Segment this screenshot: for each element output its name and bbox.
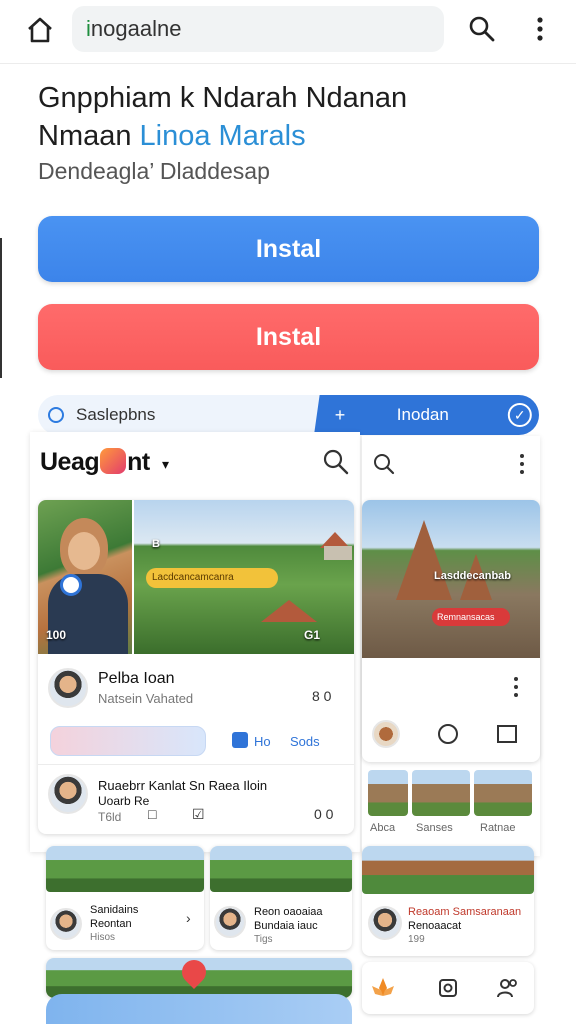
brand-logo-icon [100,448,127,474]
temple-shape [396,520,452,600]
house-roof [261,600,317,622]
avatar[interactable] [48,774,88,814]
place-photo [210,846,352,892]
feed-card[interactable]: 100 B Lacdcancamcanra G1 Pelba Ioan Nats… [38,500,354,834]
chevron-right-icon[interactable]: › [186,910,191,926]
place-subtitle: Reontan [90,918,132,930]
title-plain: Nmaan [38,120,140,152]
segment-right[interactable]: + Inodan ✓ [314,395,539,435]
place-title: Sanidains [90,904,139,916]
house-wall [324,546,352,560]
install-button-secondary[interactable]: Instal [38,304,539,370]
place-meta: 199 [408,934,425,945]
place-card[interactable]: Sanidains Reontan Hisos › [46,846,204,950]
photo-village: B Lacdcancamcanra G1 [134,500,354,654]
address-bar[interactable]: inogaalne [72,6,444,52]
chevron-down-icon[interactable]: ▾ [162,456,169,473]
app-brand[interactable]: Ueag nt [40,448,150,477]
photo-banner: Lacdcancamcanra [146,568,278,588]
avatar[interactable] [48,668,88,708]
corner-count: 100 [46,628,67,642]
photo-tag: B [152,538,160,550]
segment-right-label: Inodan [396,405,449,424]
mini-label: Abca [370,822,396,834]
camera-icon[interactable] [438,976,458,1000]
place-meta: Tigs [254,934,273,945]
bookmark-icon [232,732,248,748]
reaction-count[interactable]: 8 0 [312,688,331,704]
page-title-line2: Nmaan Linoa Marals [38,120,306,153]
page-subtitle: Dendeagla’ Dladdesap [38,158,270,184]
url-text: nogaalne [90,16,182,41]
photo-caption: Lasddecanbab [434,570,512,582]
photo-temple: Lasddecanbab Remnansacas [362,500,540,658]
mini-photo[interactable] [474,770,532,816]
place-title: Reaoam Samsaranaan [408,906,522,918]
story-ring-icon [60,574,82,596]
check-circle-icon: ✓ [507,403,532,427]
segment-left[interactable]: Saslepbns [38,395,318,435]
post-title[interactable]: Ruaebrr Kanlat Sn Raea Iloin [98,778,267,793]
author-name[interactable]: Pelba Ioan [98,670,175,688]
lotus-icon[interactable] [370,976,396,1000]
home-icon[interactable] [24,14,56,46]
bottom-action-bar[interactable] [46,994,352,1024]
edge-divider [0,238,2,378]
place-title: Reon oaoaiaa [254,906,323,918]
title-link[interactable]: Linoa Marals [140,120,306,152]
corner-count: G1 [304,628,321,642]
place-photo [362,846,534,894]
avatar [372,720,400,748]
avatar [368,906,402,940]
search-icon[interactable] [322,448,350,476]
divider [38,764,354,765]
more-vert-icon[interactable] [518,452,526,476]
post-stat: T6ld [98,810,122,824]
app-screen: inogaalne Gnpphiam k Ndarah Ndanan Nmaan… [0,0,576,1024]
face-shape [68,532,100,570]
temple-card[interactable]: Lasddecanbab Remnansacas [362,500,540,762]
bottom-nav [362,962,534,1014]
comment-input[interactable] [50,726,206,756]
place-meta: Hisos [90,932,116,943]
place-card[interactable]: Reaoam Samsaranaan Renoaacat 199 [362,846,534,956]
more-vert-icon[interactable] [530,14,550,44]
place-card[interactable]: Reon oaoaiaa Bundaia iauc Tigs [210,846,352,950]
mini-label: Sanses [416,822,453,834]
chip-label[interactable]: Sods [290,734,320,749]
photo-woman: 100 [38,500,132,654]
install-button-primary[interactable]: Instal [38,216,539,282]
browser-toolbar: inogaalne [0,0,576,64]
search-icon[interactable] [372,452,396,476]
mini-photo[interactable] [368,770,408,816]
brand-prefix: Ueag [40,448,100,476]
avatar [50,908,82,940]
people-icon[interactable] [496,976,520,1000]
mini-label: Ratnae [480,822,516,834]
place-photo [46,846,204,892]
check-box-icon[interactable]: ☑ [192,806,205,823]
post-subtitle: Uoarb Re [98,794,150,808]
comment-icon[interactable] [436,722,460,746]
comment-icon[interactable]: □ [148,806,156,822]
page-title: Gnpphiam k Ndarah Ndanan [38,82,408,114]
author-meta: Natsein Vahated [98,691,194,706]
avatar [214,906,246,938]
share-icon[interactable] [496,724,518,744]
reaction-count[interactable]: 0 0 [314,806,333,822]
chip-label[interactable]: Ho [254,734,271,749]
mini-photo[interactable] [412,770,470,816]
place-subtitle: Bundaia iauc [254,920,318,932]
plus-icon: + [334,405,346,425]
photo-banner: Remnansacas [432,608,510,626]
more-vert-icon[interactable] [512,676,520,698]
radio-icon [48,407,64,423]
brand-suffix: nt [127,448,150,476]
segment-left-label: Saslepbns [76,405,156,424]
search-icon[interactable] [467,14,497,44]
segmented-control: Saslepbns + Inodan ✓ [38,395,539,435]
place-subtitle: Renoaacat [408,920,462,932]
